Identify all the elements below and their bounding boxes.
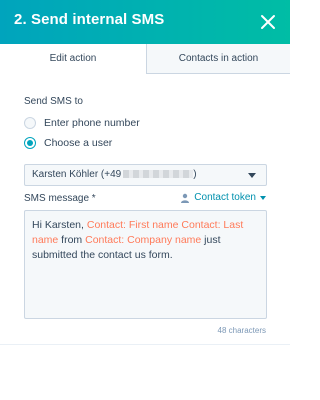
message-text: Hi Karsten,	[32, 219, 87, 231]
close-icon[interactable]	[258, 12, 278, 32]
contact-token-label: Contact token	[194, 192, 256, 203]
radio-label: Enter phone number	[44, 117, 140, 129]
redacted-phone	[123, 170, 194, 179]
sms-message-textarea[interactable]: Hi Karsten, Contact: First name Contact:…	[24, 210, 267, 319]
radio-choose-user[interactable]: Choose a user	[24, 135, 112, 151]
sms-message-label: SMS message *	[24, 193, 96, 204]
chevron-down-icon[interactable]	[248, 173, 256, 178]
radio-enter-phone-number[interactable]: Enter phone number	[24, 115, 140, 131]
message-text: from	[58, 234, 86, 246]
token-first-name: Contact: First name	[86, 219, 179, 231]
user-select-suffix: )	[193, 169, 197, 180]
person-icon	[181, 193, 190, 203]
divider	[0, 344, 290, 345]
tab-edit-action[interactable]: Edit action	[0, 44, 146, 74]
radio-checked-icon[interactable]	[24, 137, 36, 149]
contact-token-dropdown[interactable]: Contact token	[180, 192, 266, 203]
panel-header: 2. Send internal SMS	[0, 0, 290, 44]
radio-label: Choose a user	[44, 137, 113, 149]
caret-down-icon	[260, 195, 266, 200]
send-to-label: Send SMS to	[24, 96, 83, 107]
radio-unchecked-icon[interactable]	[24, 117, 36, 129]
token-company-name: Contact: Company name	[85, 234, 202, 246]
character-count: 48 characters	[217, 326, 266, 335]
panel-title: 2. Send internal SMS	[14, 11, 165, 28]
user-select-value: Karsten Köhler (+49	[32, 169, 122, 180]
tab-bar: Edit action Contacts in action	[0, 44, 290, 74]
user-select[interactable]: Karsten Köhler (+49)	[24, 164, 267, 186]
tab-contacts-in-action[interactable]: Contacts in action	[146, 44, 290, 74]
